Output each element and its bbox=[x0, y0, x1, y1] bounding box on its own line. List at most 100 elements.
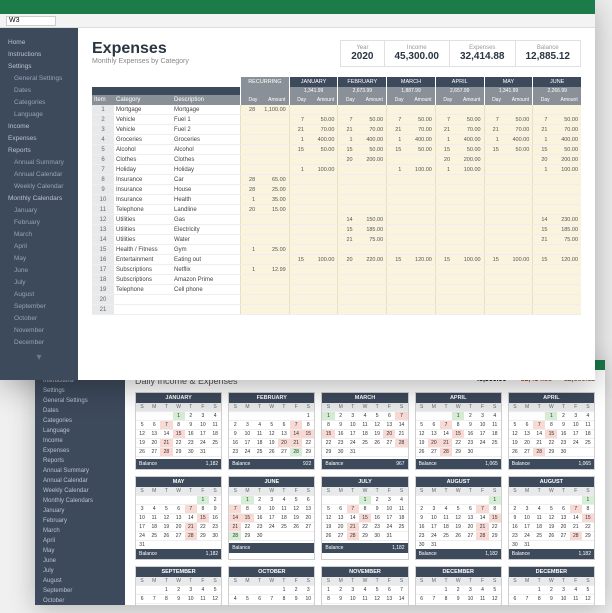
sidebar-item[interactable]: Income bbox=[35, 436, 125, 446]
row-category[interactable]: Insurance bbox=[114, 195, 172, 204]
table-row[interactable]: 3VehicleFuel 22170.002170.002170.002170.… bbox=[92, 125, 581, 135]
table-row[interactable]: 5AlcoholAlcohol1550.001550.001550.001550… bbox=[92, 145, 581, 155]
row-description[interactable]: Netflix bbox=[172, 265, 240, 274]
table-row[interactable]: 19TelephoneCell phone bbox=[92, 285, 581, 295]
mini-calendar[interactable]: DECEMBERSMTWTFS1234567891011121314151617… bbox=[415, 566, 502, 605]
sidebar-item[interactable]: December bbox=[0, 336, 78, 348]
row-category[interactable]: Subscriptions bbox=[114, 275, 172, 284]
row-description[interactable]: Gym bbox=[172, 245, 240, 254]
table-row[interactable]: 8InsuranceCar2865.00 bbox=[92, 175, 581, 185]
row-category[interactable]: Telephone bbox=[114, 205, 172, 214]
sidebar-item[interactable]: Annual Calendar bbox=[0, 168, 78, 180]
table-row[interactable]: 20 bbox=[92, 295, 581, 305]
sidebar-item[interactable]: Weekly Calendar bbox=[35, 486, 125, 496]
row-category[interactable]: Utilities bbox=[114, 215, 172, 224]
row-description[interactable] bbox=[172, 305, 240, 314]
sidebar-item[interactable]: March bbox=[35, 526, 125, 536]
row-category[interactable]: Insurance bbox=[114, 185, 172, 194]
table-row[interactable]: 4GroceriesGroceries1400.001400.001400.00… bbox=[92, 135, 581, 145]
sidebar-item[interactable]: October bbox=[0, 312, 78, 324]
sidebar-item[interactable]: July bbox=[35, 566, 125, 576]
table-row[interactable]: 16EntertainmentEating out15100.0020220.0… bbox=[92, 255, 581, 265]
sidebar-item[interactable]: October bbox=[35, 596, 125, 605]
row-description[interactable]: Clothes bbox=[172, 155, 240, 164]
table-row[interactable]: 14UtilitiesWater2175.002175.00 bbox=[92, 235, 581, 245]
row-description[interactable]: Amazon Prime bbox=[172, 275, 240, 284]
row-description[interactable]: Landline bbox=[172, 205, 240, 214]
mini-calendar[interactable]: AUGUSTSMTWTFS123456789101112131415161718… bbox=[508, 476, 595, 560]
row-category[interactable] bbox=[114, 305, 172, 314]
sidebar-item[interactable]: August bbox=[35, 576, 125, 586]
sidebar-item[interactable]: August bbox=[0, 288, 78, 300]
row-category[interactable]: Health / Fitness bbox=[114, 245, 172, 254]
mini-calendar[interactable]: AUGUSTSMTWTFS123456789101112131415161718… bbox=[415, 476, 502, 560]
mini-calendar[interactable]: SEPTEMBERSMTWTFS123456789101112131415161… bbox=[135, 566, 222, 605]
sidebar-item[interactable]: Settings bbox=[35, 386, 125, 396]
row-description[interactable] bbox=[172, 295, 240, 304]
row-description[interactable]: Cell phone bbox=[172, 285, 240, 294]
sidebar-item[interactable]: June bbox=[0, 264, 78, 276]
sidebar-item[interactable]: November bbox=[0, 324, 78, 336]
row-description[interactable]: Water bbox=[172, 235, 240, 244]
row-description[interactable]: Electricity bbox=[172, 225, 240, 234]
sidebar-item[interactable]: Dates bbox=[35, 406, 125, 416]
sidebar-item[interactable]: January bbox=[0, 204, 78, 216]
row-category[interactable]: Clothes bbox=[114, 155, 172, 164]
row-category[interactable]: Holiday bbox=[114, 165, 172, 174]
sidebar-item[interactable]: June bbox=[35, 556, 125, 566]
sidebar-item[interactable]: General Settings bbox=[35, 396, 125, 406]
table-row[interactable]: 12UtilitiesGas14150.0014230.00 bbox=[92, 215, 581, 225]
name-box[interactable] bbox=[6, 16, 56, 26]
sidebar-item[interactable]: Home bbox=[0, 36, 78, 48]
sidebar-item[interactable]: January bbox=[35, 506, 125, 516]
row-category[interactable]: Utilities bbox=[114, 225, 172, 234]
table-row[interactable]: 6ClothesClothes20200.0020200.0020200.00 bbox=[92, 155, 581, 165]
sidebar-item[interactable]: May bbox=[35, 546, 125, 556]
sidebar-item[interactable]: Annual Summary bbox=[35, 466, 125, 476]
sidebar-item[interactable]: Weekly Calendar bbox=[0, 180, 78, 192]
row-description[interactable]: Health bbox=[172, 195, 240, 204]
row-category[interactable]: Alcohol bbox=[114, 145, 172, 154]
sidebar-item[interactable]: April bbox=[35, 536, 125, 546]
row-category[interactable]: Entertainment bbox=[114, 255, 172, 264]
table-row[interactable]: 10InsuranceHealth135.00 bbox=[92, 195, 581, 205]
sidebar-item[interactable]: September bbox=[35, 586, 125, 596]
sidebar-item[interactable]: Categories bbox=[0, 96, 78, 108]
sidebar-item[interactable]: Annual Summary bbox=[0, 156, 78, 168]
sidebar-item[interactable]: Income bbox=[0, 120, 78, 132]
mini-calendar[interactable]: OCTOBERSMTWTFS12345678910111213141516171… bbox=[228, 566, 315, 605]
mini-calendar[interactable]: APRILSMTWTFS1234567891011121314151617181… bbox=[508, 392, 595, 470]
sidebar-item[interactable]: Dates bbox=[0, 84, 78, 96]
sidebar-item[interactable]: Annual Calendar bbox=[35, 476, 125, 486]
table-row[interactable]: 9InsuranceHouse2825.00 bbox=[92, 185, 581, 195]
row-category[interactable]: Telephone bbox=[114, 285, 172, 294]
row-category[interactable]: Subscriptions bbox=[114, 265, 172, 274]
sidebar-item[interactable]: General Settings bbox=[0, 72, 78, 84]
row-category[interactable]: Utilities bbox=[114, 235, 172, 244]
table-row[interactable]: 1MortgageMortgage281,100.00 bbox=[92, 105, 581, 115]
row-description[interactable]: Groceries bbox=[172, 135, 240, 144]
sidebar-item[interactable]: February bbox=[0, 216, 78, 228]
sidebar-item[interactable]: April bbox=[0, 240, 78, 252]
row-description[interactable]: Car bbox=[172, 175, 240, 184]
mini-calendar[interactable]: JUNESMTWTFS12345678910111213141516171819… bbox=[228, 476, 315, 560]
table-row[interactable]: 18SubscriptionsAmazon Prime bbox=[92, 275, 581, 285]
row-description[interactable]: Fuel 1 bbox=[172, 115, 240, 124]
table-row[interactable]: 2VehicleFuel 1750.00750.00750.00750.0075… bbox=[92, 115, 581, 125]
sidebar-item[interactable]: Language bbox=[0, 108, 78, 120]
sidebar-item[interactable]: September bbox=[0, 300, 78, 312]
table-row[interactable]: 15Health / FitnessGym125.00 bbox=[92, 245, 581, 255]
row-category[interactable]: Insurance bbox=[114, 175, 172, 184]
sidebar-item[interactable]: Reports bbox=[0, 144, 78, 156]
table-row[interactable]: 13UtilitiesElectricity15185.0015185.00 bbox=[92, 225, 581, 235]
sidebar-item[interactable]: Reports bbox=[35, 456, 125, 466]
sidebar-item[interactable]: July bbox=[0, 276, 78, 288]
mini-calendar[interactable]: FEBRUARYSMTWTFS1234567891011121314151617… bbox=[228, 392, 315, 470]
sidebar-item[interactable]: Settings bbox=[0, 60, 78, 72]
mini-calendar[interactable]: NOVEMBERSMTWTFS1234567891011121314151617… bbox=[321, 566, 408, 605]
chevron-down-icon[interactable]: ▾ bbox=[0, 348, 78, 363]
table-row[interactable]: 17SubscriptionsNetflix112.99 bbox=[92, 265, 581, 275]
sidebar-item[interactable]: Monthly Calendars bbox=[0, 192, 78, 204]
table-row[interactable]: 11TelephoneLandline2015.00 bbox=[92, 205, 581, 215]
sidebar-item[interactable]: March bbox=[0, 228, 78, 240]
